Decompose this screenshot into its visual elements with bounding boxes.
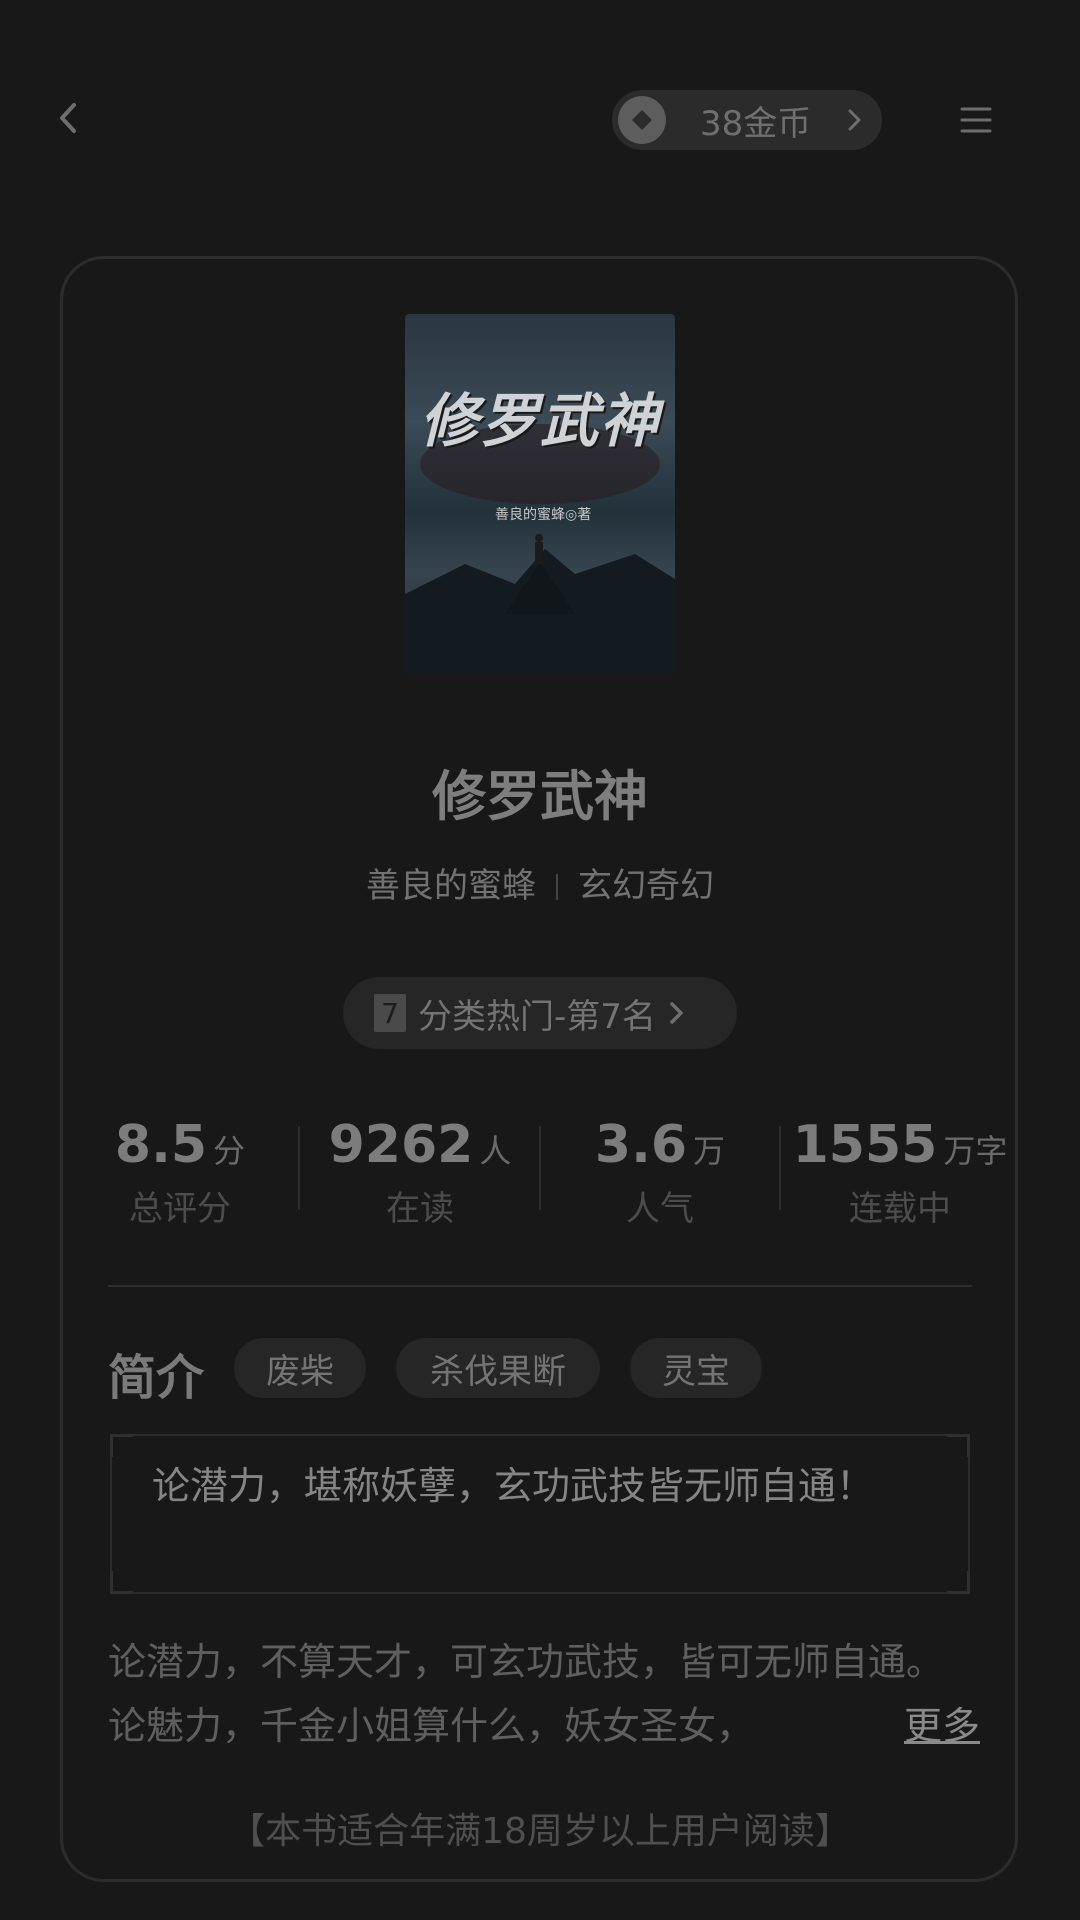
menu-button[interactable] (944, 88, 1008, 152)
chevron-left-icon (60, 103, 76, 133)
stat-value: 1555 (792, 1115, 938, 1175)
cover-art-image (405, 424, 675, 674)
chevron-right-icon (848, 109, 861, 131)
stat-unit: 万字 (943, 1132, 1008, 1170)
book-detail-page: 38金币 修罗武神 善良的蜜蜂◎著 修罗武神 善良的蜜蜂 玄幻奇幻 7 分类热门-… (0, 0, 1080, 1920)
intro-heading: 简介 (108, 1350, 205, 1406)
cover-author: 善良的蜜蜂◎著 (495, 507, 592, 523)
stat-label: 人气 (626, 1189, 694, 1229)
stat-divider (539, 1126, 541, 1210)
chevron-right-icon (670, 1002, 683, 1024)
back-button[interactable] (40, 90, 96, 146)
section-divider (108, 1285, 972, 1287)
rank-label: 分类热门-第7名 (418, 996, 656, 1037)
tag-chip[interactable]: 灵宝 (630, 1338, 762, 1398)
book-cover[interactable]: 修罗武神 善良的蜜蜂◎著 (405, 314, 675, 674)
quote-text: 论潜力，堪称妖孽，玄功武技皆无师自通！ (152, 1464, 875, 1508)
coin-icon (618, 96, 666, 144)
stat-word-count: 1555 万字 连载中 (780, 1115, 1020, 1230)
tag-chip[interactable]: 废柴 (234, 1338, 366, 1398)
coin-balance-button[interactable]: 38金币 (612, 90, 882, 150)
quote-box: 论潜力，堪称妖孽，玄功武技皆无师自通！ (110, 1434, 970, 1594)
stat-readers: 9262 人 在读 (300, 1115, 540, 1230)
rank-badge-icon: 7 (374, 994, 406, 1032)
corner-ornament (947, 1434, 970, 1457)
stat-unit: 万 (693, 1132, 726, 1170)
divider (556, 874, 558, 900)
rank-button[interactable]: 7 分类热门-第7名 (343, 977, 737, 1049)
stat-label: 连载中 (849, 1189, 951, 1229)
corner-ornament (947, 1571, 970, 1594)
description-text: 论潜力，不算天才，可玄功武技，皆可无师自通。论魅力，千金小姐算什么，妖女圣女， (108, 1640, 945, 1748)
coin-balance-label: 38金币 (700, 103, 812, 144)
stat-unit: 分 (213, 1132, 246, 1170)
stat-divider (298, 1126, 300, 1210)
book-meta: 善良的蜜蜂 玄幻奇幻 (0, 858, 1080, 907)
stat-label: 在读 (386, 1189, 454, 1229)
stat-popularity: 3.6 万 人气 (540, 1115, 780, 1230)
stat-value: 8.5 (114, 1115, 208, 1175)
book-title: 修罗武神 (432, 765, 648, 828)
more-link[interactable]: 更多 (890, 1694, 981, 1758)
stat-rating: 8.5 分 总评分 (60, 1115, 300, 1230)
tag-chip[interactable]: 杀伐果断 (396, 1338, 600, 1398)
author-link[interactable]: 善良的蜜蜂 (366, 866, 536, 906)
stat-value: 3.6 (594, 1115, 688, 1175)
corner-ornament (110, 1434, 133, 1457)
corner-ornament (110, 1571, 133, 1594)
stat-label: 总评分 (129, 1189, 231, 1229)
age-notice: 【本书适合年满18周岁以上用户阅读】 (229, 1811, 851, 1852)
stat-unit: 人 (479, 1132, 512, 1170)
category-link[interactable]: 玄幻奇幻 (578, 866, 714, 906)
stat-value: 9262 (328, 1115, 474, 1175)
cover-title: 修罗武神 (419, 387, 660, 455)
menu-icon (960, 107, 992, 133)
stat-divider (779, 1126, 781, 1210)
